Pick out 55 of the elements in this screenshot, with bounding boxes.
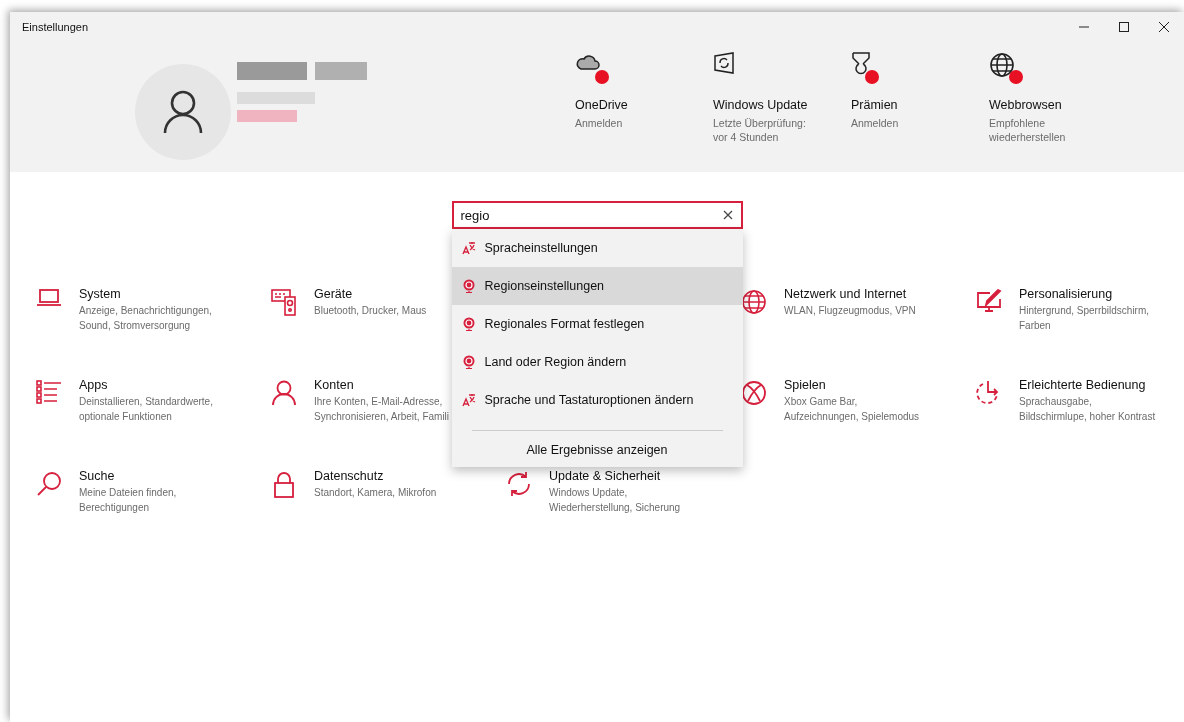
category-description: WLAN, Flugzeugmodus, VPN [784,304,917,318]
category-description: Sprachausgabe, Bildschirmlupe, hoher Kontrast [1019,395,1157,424]
keyboard-speaker-icon [271,289,297,317]
suggestion-item[interactable]: Spracheinstellungen [451,229,743,267]
quick-link-title[interactable]: OneDrive [575,98,628,112]
category-description: Bluetooth, Drucker, Maus [314,304,428,318]
list-icon [36,380,62,404]
category-description: Anzeige, Benachrichtigungen, Sound, Stromversorgung [79,304,213,333]
search-icon [36,471,62,497]
category-description: Windows Update, Wiederherstellung, Sicherung [549,486,682,515]
xbox-icon [741,380,767,406]
clear-icon [722,210,733,220]
category-description: Hintergrund, Sperrbildschirm, Farben [1019,304,1151,333]
category-title[interactable]: Konten [314,378,354,392]
category-description: Xbox Game Bar, Aufzeichnungen, Spielemodus [784,395,921,424]
minimize-icon [1079,26,1089,28]
person-icon [272,380,296,406]
sync-icon [505,471,533,497]
monitor-brush-icon [976,289,1002,313]
category-title[interactable]: Spielen [784,378,826,392]
category-title[interactable]: System [79,287,121,301]
laptop-icon [36,289,62,307]
category-title[interactable]: Personalisierung [1019,287,1113,301]
medal-icon [851,52,871,76]
suggestion-item[interactable]: Land oder Region ändern [451,343,743,381]
quick-link-title[interactable]: Webbrowsen [989,98,1062,112]
category-description: Standort, Kamera, Mikrofon [314,486,438,500]
search-field[interactable]: regio [451,201,743,229]
language-icon [461,393,476,407]
close-icon [1159,22,1169,32]
category-title[interactable]: Datenschutz [314,469,384,483]
quick-link-subtitle: Empfohlene wiederherstellen [989,116,1067,144]
language-icon [461,241,476,255]
category-title[interactable]: Erleichterte Bedienung [1019,378,1146,392]
category-title[interactable]: Netzwerk und Internet [784,287,907,301]
suggestion-item[interactable]: Regionales Format festlegen [451,305,743,343]
suggestion-item[interactable]: Sprache und Tastaturoptionen ändern [451,381,743,419]
category-description: Ihre Konten, E-Mail-Adresse, Synchronisieren, Arbeit, Famili [314,395,451,424]
show-all-results-link[interactable]: Alle Ergebnisse anzeigen [526,439,668,463]
quick-link-subtitle: Anmelden [851,116,900,130]
quick-link-title[interactable]: Prämien [851,98,898,112]
maximize-icon [1119,22,1129,32]
cloud-icon [575,52,601,72]
quick-link-subtitle: Letzte Überprüfung: vor 4 Stunden [713,116,807,144]
lock-icon [273,471,295,499]
window-title: Einstellungen [22,21,89,33]
quick-link-title[interactable]: Windows Update [713,98,808,112]
quick-link-subtitle: Anmelden [575,116,624,130]
suggestion-item[interactable]: Regionseinstellungen [451,267,743,305]
category-title[interactable]: Geräte [314,287,353,301]
category-description: Meine Dateien finden, Berechtigungen [79,486,178,515]
category-description: Deinstallieren, Standardwerte, optionale Funktionen [79,395,214,424]
category-title[interactable]: Update & Sicherheit [549,469,661,483]
category-title[interactable]: Apps [79,378,108,392]
category-title[interactable]: Suche [79,469,115,483]
